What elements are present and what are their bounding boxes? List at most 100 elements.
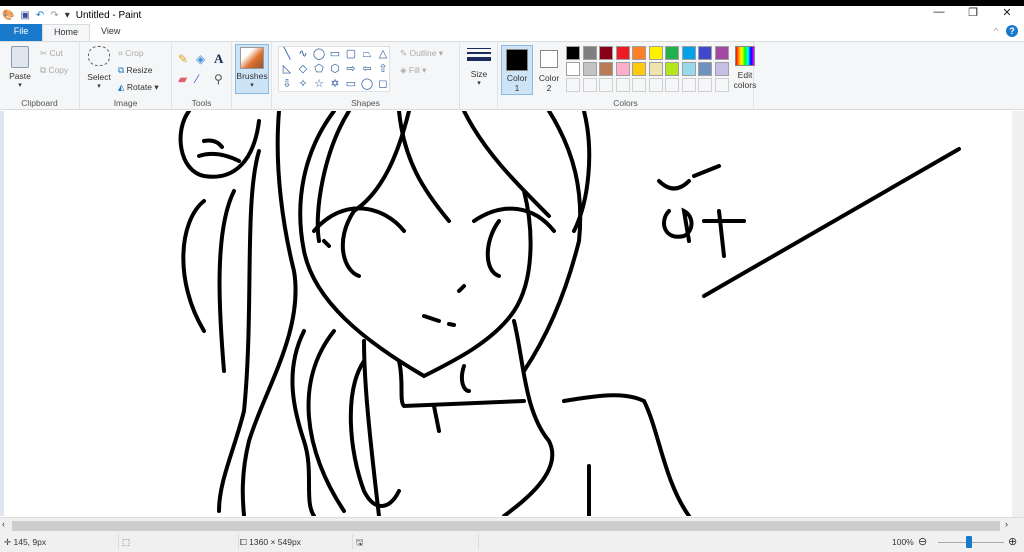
palette-swatch[interactable] [599,62,613,76]
zoom-slider-thumb[interactable] [966,536,972,548]
palette-swatch[interactable] [599,78,613,92]
help-icon[interactable]: ? [1006,25,1018,37]
palette-swatch[interactable] [648,78,663,92]
palette-swatch[interactable] [665,46,679,60]
fill-button[interactable]: ◈ Fill ▾ [400,65,426,76]
color2-button[interactable]: Color 2 [535,45,563,93]
save-icon[interactable]: ▣ [20,10,29,21]
brushes-button[interactable]: Brushes ▾ [235,44,269,94]
shape-option[interactable]: ⏢ [359,47,375,62]
close-button[interactable]: ✕ [990,6,1024,19]
shape-option[interactable]: ⬡ [327,62,343,77]
shape-option[interactable]: ⬠ [311,62,327,77]
palette-swatch[interactable] [582,62,597,76]
palette-swatch[interactable] [648,62,663,76]
palette-swatch[interactable] [698,62,712,76]
crop-button[interactable]: ⌗ Crop [118,48,144,59]
horizontal-scrollbar[interactable]: ‹ › [0,517,1024,532]
zoom-in-button[interactable]: ⊕ [1008,535,1017,548]
copy-label: Copy [48,65,69,75]
palette-swatch[interactable] [648,46,663,60]
shape-option[interactable]: ✡ [327,77,343,92]
fill-bucket-icon[interactable]: ◈ [196,52,205,66]
shape-option[interactable]: ▢ [343,47,359,62]
scroll-left-arrow[interactable]: ‹ [2,519,5,529]
palette-swatch[interactable] [566,78,580,92]
scroll-right-arrow[interactable]: › [1005,519,1008,529]
palette-swatch[interactable] [599,46,613,60]
palette-swatch[interactable] [665,78,679,92]
palette-swatch[interactable] [615,62,630,76]
cursor-position: ✛ 145, 9px [4,537,46,548]
palette-swatch[interactable] [698,78,712,92]
shape-option[interactable]: ◻ [375,77,391,92]
size-button[interactable]: Size ▾ [465,46,493,87]
image-size-text: 1360 × 549px [249,537,301,547]
redo-icon[interactable]: ↷ [50,10,58,21]
color-picker-icon[interactable]: ⁄ [196,72,198,86]
brushes-group: Brushes ▾ [232,42,272,110]
palette-swatch[interactable] [632,46,646,60]
paste-label: Paste [9,71,31,81]
palette-swatch[interactable] [615,46,630,60]
palette-swatch[interactable] [698,46,712,60]
text-tool-icon[interactable]: A [214,51,223,67]
minimize-button[interactable]: — [922,6,956,19]
shape-option[interactable]: ⇨ [343,62,359,77]
palette-swatch[interactable] [582,78,597,92]
shape-option[interactable]: ∿ [295,47,311,62]
palette-swatch[interactable] [632,62,646,76]
image-size: ⧠ 1360 × 549px [240,537,301,548]
palette-swatch[interactable] [681,46,696,60]
zoom-out-button[interactable]: ⊖ [918,535,927,548]
palette-swatch[interactable] [714,78,729,92]
palette-swatch[interactable] [714,46,729,60]
pencil-icon[interactable]: ✎ [178,52,188,66]
tab-view[interactable]: View [90,24,131,41]
copy-button[interactable]: ⧉ Copy [40,65,68,76]
magnifier-icon[interactable]: ⚲ [214,72,223,86]
shape-option[interactable]: △ [375,47,391,62]
palette-swatch[interactable] [632,78,646,92]
paste-button[interactable]: Paste ▾ [6,46,34,89]
palette-swatch[interactable] [615,78,630,92]
tab-file[interactable]: File [0,24,42,41]
image-size-icon: ⧠ [240,537,250,547]
palette-swatch[interactable] [566,62,580,76]
palette-swatch[interactable] [681,62,696,76]
shape-option[interactable]: ☆ [311,77,327,92]
cut-button[interactable]: ✂ Cut [40,48,63,59]
shape-option[interactable]: ╲ [279,47,295,62]
tab-home[interactable]: Home [42,24,91,41]
shape-option[interactable]: ◯ [311,47,327,62]
eraser-icon[interactable]: ▰ [178,72,187,86]
palette-swatch[interactable] [582,46,597,60]
resize-button[interactable]: ⧉ Resize [118,65,152,76]
shape-option[interactable]: ◺ [279,62,295,77]
palette-swatch[interactable] [665,62,679,76]
shape-option[interactable]: ⇦ [359,62,375,77]
palette-swatch[interactable] [681,78,696,92]
colors-group: Color 1 Color 2 Edit colors Colors [498,42,756,110]
palette-swatch[interactable] [714,62,729,76]
shape-option[interactable]: ◇ [295,62,311,77]
color1-button[interactable]: Color 1 [501,45,533,95]
vertical-scrollbar[interactable] [1012,111,1024,517]
shape-option[interactable]: ⇩ [279,77,295,92]
outline-button[interactable]: ✎ Outline ▾ [400,48,443,59]
horizontal-scroll-thumb[interactable] [12,521,1000,531]
select-button[interactable]: Select ▾ [86,46,112,90]
edit-colors-button[interactable]: Edit colors [732,46,758,90]
customize-dropdown-icon[interactable]: ▾ [65,10,70,21]
palette-swatch[interactable] [566,46,580,60]
shape-option[interactable]: ◯ [359,77,375,92]
restore-button[interactable]: ❐ [956,6,990,19]
drawing-canvas[interactable] [0,111,1012,516]
shape-option[interactable]: ▭ [343,77,359,92]
undo-icon[interactable]: ↶ [36,10,44,21]
rotate-button[interactable]: ◭ Rotate ▾ [118,82,159,93]
collapse-ribbon-icon[interactable]: ^ [994,26,998,36]
shape-option[interactable]: ✧ [295,77,311,92]
shape-option[interactable]: ▭ [327,47,343,62]
shape-option[interactable]: ⇧ [375,62,391,77]
